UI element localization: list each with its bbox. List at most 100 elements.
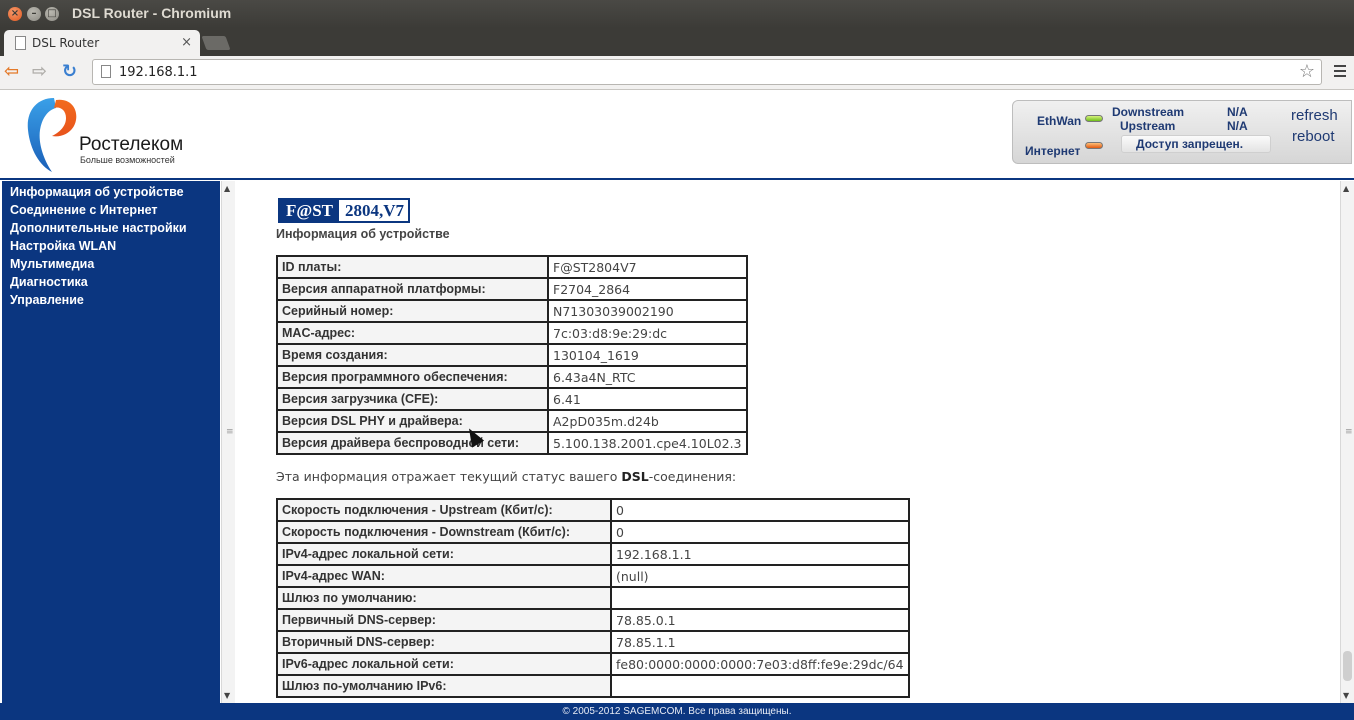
table-cell-key: Версия драйвера беспроводной сети: bbox=[276, 431, 549, 455]
model-name: 2804,V7 bbox=[339, 200, 409, 221]
tab-label: DSL Router bbox=[32, 36, 100, 50]
scroll-up-arrow-icon[interactable]: ▲ bbox=[1343, 184, 1349, 193]
forward-arrow-icon[interactable]: ⇨ bbox=[32, 61, 47, 82]
new-tab-button[interactable] bbox=[201, 36, 231, 50]
access-status-text: Доступ запрещен. bbox=[1136, 137, 1244, 151]
table-row: Скорость подключения - Downstream (Кбит/… bbox=[276, 520, 910, 544]
window-minimize-button[interactable]: – bbox=[27, 7, 41, 21]
web-page: Ростелеком Больше возможностей EthWan Ин… bbox=[0, 90, 1354, 720]
frame-resize-grip-icon[interactable]: ≡ bbox=[226, 427, 234, 437]
connection-status-panel: EthWan Интернет Downstream Upstream N/A … bbox=[1012, 100, 1352, 164]
scroll-thumb[interactable] bbox=[1343, 651, 1352, 681]
table-cell-key: IPv4-адрес локальной сети: bbox=[276, 542, 612, 566]
table-cell-value: A2pD035m.d24b bbox=[547, 409, 748, 433]
scroll-up-arrow-icon[interactable]: ▲ bbox=[224, 184, 230, 193]
connection-info-table: Скорость подключения - Upstream (Кбит/с)… bbox=[276, 498, 910, 698]
table-cell-value: 0 bbox=[610, 520, 910, 544]
table-cell-value: fe80:0000:0000:0000:7e03:d8ff:fe9e:29dc/… bbox=[610, 652, 910, 676]
table-cell-key: Версия программного обеспечения: bbox=[276, 365, 549, 389]
table-cell-value: 5.100.138.2001.cpe4.10L02.3 bbox=[547, 431, 748, 455]
access-status-bar: Доступ запрещен. bbox=[1121, 135, 1271, 153]
sidebar-item-internet-connection[interactable]: Соединение с Интернет bbox=[10, 203, 187, 221]
window-title: DSL Router - Chromium bbox=[72, 5, 232, 21]
table-cell-key: Первичный DNS-сервер: bbox=[276, 608, 612, 632]
note-prefix: Эта информация отражает текущий статус в… bbox=[276, 469, 622, 484]
table-row: Скорость подключения - Upstream (Кбит/с)… bbox=[276, 498, 910, 522]
table-cell-value: F@ST2804V7 bbox=[547, 255, 748, 279]
refresh-button[interactable]: refresh bbox=[1291, 107, 1338, 124]
ethwan-led-icon bbox=[1085, 115, 1103, 122]
main-content-frame: F@ST 2804,V7 Информация об устройстве ID… bbox=[236, 181, 1346, 705]
sidebar-item-device-info[interactable]: Информация об устройстве bbox=[10, 185, 187, 203]
table-cell-key: Время создания: bbox=[276, 343, 549, 367]
logo-slogan: Больше возможностей bbox=[80, 155, 175, 165]
table-cell-key: ID платы: bbox=[276, 255, 549, 279]
tab-strip: DSL Router × bbox=[0, 28, 1354, 56]
table-row: Вторичный DNS-сервер: 78.85.1.1 bbox=[276, 630, 910, 654]
frame-resize-grip-icon[interactable]: ≡ bbox=[1345, 427, 1353, 437]
rostelecom-logo-icon bbox=[27, 98, 77, 172]
table-cell-key: MAC-адрес: bbox=[276, 321, 549, 345]
table-cell-value bbox=[610, 674, 910, 698]
table-cell-value: 6.43a4N_RTC bbox=[547, 365, 748, 389]
address-bar[interactable]: 192.168.1.1 ☆ bbox=[92, 59, 1322, 85]
main-scrollbar[interactable]: ▲ ≡ ▼ bbox=[1340, 181, 1354, 705]
table-row: ID платы: F@ST2804V7 bbox=[276, 255, 748, 279]
tab-dsl-router[interactable]: DSL Router × bbox=[4, 30, 200, 56]
downstream-label: Downstream bbox=[1112, 105, 1185, 119]
sidebar-item-diagnostics[interactable]: Диагностика bbox=[10, 275, 187, 293]
table-cell-key: Шлюз по-умолчанию IPv6: bbox=[276, 674, 612, 698]
scroll-down-arrow-icon[interactable]: ▼ bbox=[1343, 691, 1349, 700]
internet-led-icon bbox=[1085, 142, 1103, 149]
sidebar-item-advanced-settings[interactable]: Дополнительные настройки bbox=[10, 221, 187, 239]
table-cell-value: 6.41 bbox=[547, 387, 748, 411]
table-cell-key: Скорость подключения - Upstream (Кбит/с)… bbox=[276, 498, 612, 522]
ethwan-label: EthWan bbox=[1037, 114, 1082, 128]
table-row: Версия аппаратной платформы: F2704_2864 bbox=[276, 277, 748, 301]
sidebar-menu: Информация об устройстве Соединение с Ин… bbox=[2, 181, 220, 705]
table-cell-key: IPv4-адрес WAN: bbox=[276, 564, 612, 588]
table-cell-key: Версия загрузчика (CFE): bbox=[276, 387, 549, 411]
table-row: Время создания: 130104_1619 bbox=[276, 343, 748, 367]
page-title: Информация об устройстве bbox=[276, 227, 450, 241]
page-footer: © 2005-2012 SAGEMCOM. Все права защищены… bbox=[0, 703, 1354, 720]
table-cell-key: IPv6-адрес локальной сети: bbox=[276, 652, 612, 676]
table-row: IPv6-адрес локальной сети: fe80:0000:0000… bbox=[276, 652, 910, 676]
scroll-down-arrow-icon[interactable]: ▼ bbox=[224, 691, 230, 700]
table-row: Серийный номер: N71303039002190 bbox=[276, 299, 748, 323]
table-row: IPv4-адрес WAN: (null) bbox=[276, 564, 910, 588]
sidebar-item-multimedia[interactable]: Мультимедиа bbox=[10, 257, 187, 275]
reboot-button[interactable]: reboot bbox=[1292, 128, 1335, 145]
table-cell-key: Шлюз по умолчанию: bbox=[276, 586, 612, 610]
upstream-value: N/A bbox=[1227, 119, 1248, 133]
header-divider bbox=[0, 178, 1354, 180]
back-arrow-icon[interactable]: ⇦ bbox=[4, 61, 19, 82]
table-cell-key: Версия DSL PHY и драйвера: bbox=[276, 409, 549, 433]
menu-icon[interactable] bbox=[1334, 65, 1346, 80]
window-close-button[interactable]: × bbox=[8, 7, 22, 21]
note-suffix: -соединения: bbox=[648, 469, 737, 484]
table-row: Версия загрузчика (CFE): 6.41 bbox=[276, 387, 748, 411]
reload-icon[interactable]: ↻ bbox=[62, 61, 77, 82]
window-maximize-button[interactable]: □ bbox=[45, 7, 59, 21]
url-text[interactable]: 192.168.1.1 bbox=[119, 65, 198, 80]
page-icon bbox=[15, 36, 26, 50]
brand-name: F@ST bbox=[280, 200, 339, 221]
table-cell-value: 0 bbox=[610, 498, 910, 522]
page-icon bbox=[101, 65, 111, 78]
table-cell-value: 78.85.0.1 bbox=[610, 608, 910, 632]
table-row: MAC-адрес: 7c:03:d8:9e:29:dc bbox=[276, 321, 748, 345]
sidebar-item-wlan-settings[interactable]: Настройка WLAN bbox=[10, 239, 187, 257]
table-cell-value: 78.85.1.1 bbox=[610, 630, 910, 654]
sidebar-scrollbar[interactable]: ▲ ≡ ▼ bbox=[221, 181, 235, 705]
downstream-value: N/A bbox=[1227, 105, 1248, 119]
table-cell-value: N71303039002190 bbox=[547, 299, 748, 323]
browser-toolbar: ⇦ ⇨ ↻ 192.168.1.1 ☆ bbox=[0, 56, 1354, 90]
sidebar-item-management[interactable]: Управление bbox=[10, 293, 187, 311]
table-cell-value: 130104_1619 bbox=[547, 343, 748, 367]
bookmark-star-icon[interactable]: ☆ bbox=[1299, 61, 1315, 82]
table-cell-value: 7c:03:d8:9e:29:dc bbox=[547, 321, 748, 345]
logo-name: Ростелеком bbox=[79, 134, 184, 155]
device-model-badge: F@ST 2804,V7 bbox=[278, 198, 411, 223]
tab-close-icon[interactable]: × bbox=[181, 35, 192, 50]
